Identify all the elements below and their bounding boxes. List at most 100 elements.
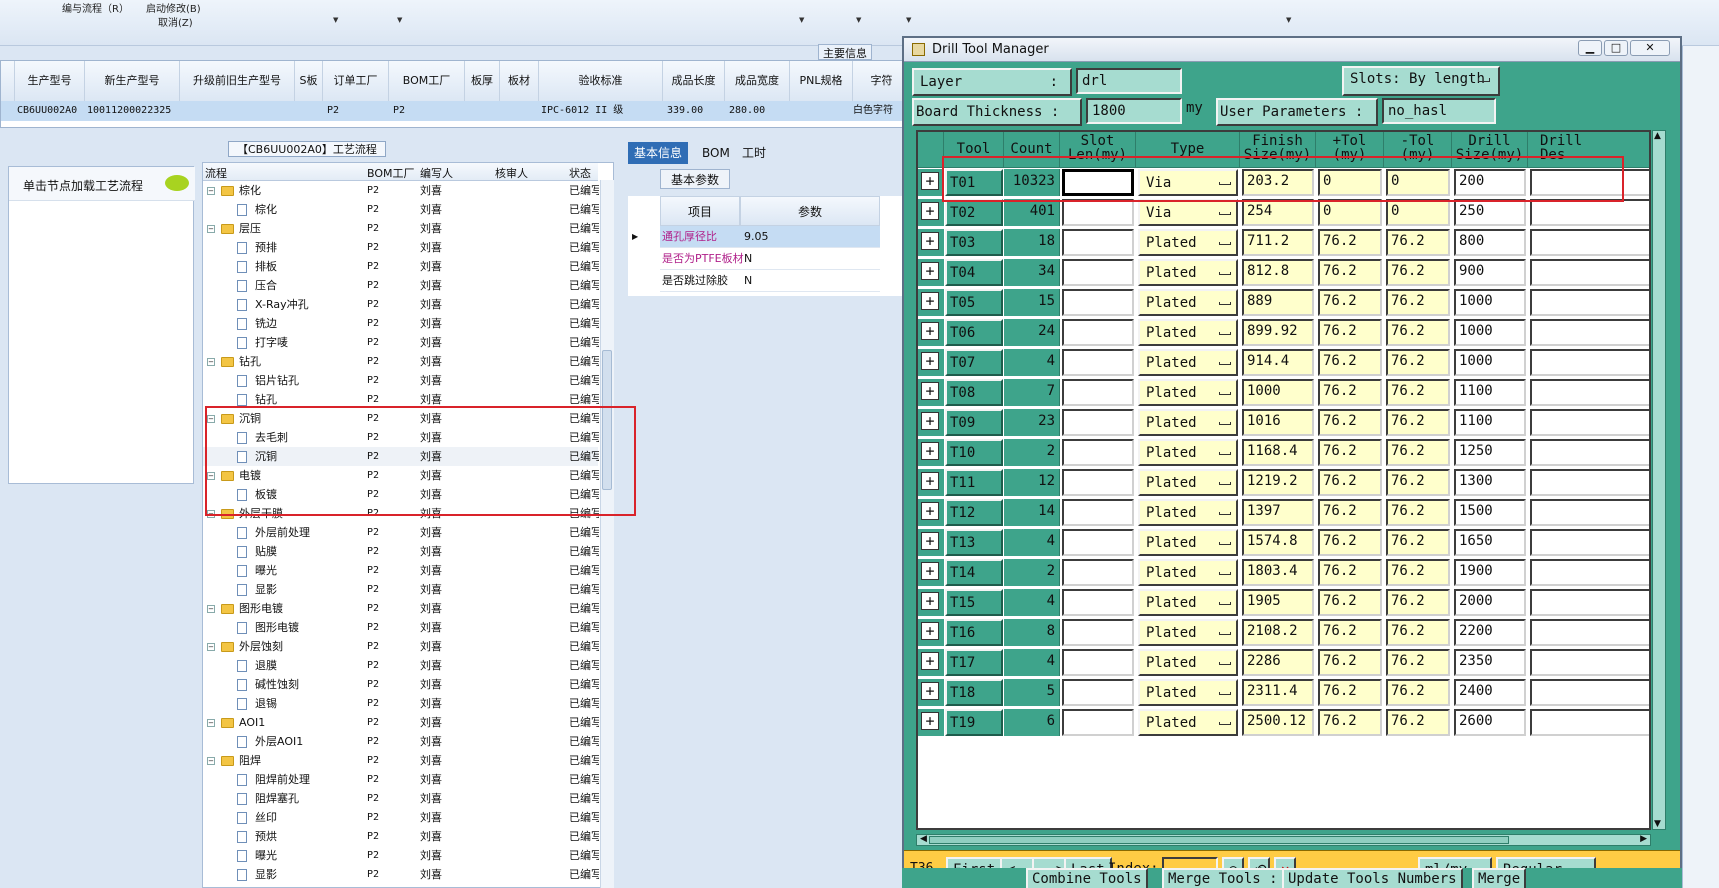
finish-size-input[interactable]: 1574.8 <box>1242 529 1314 556</box>
slot-len-input[interactable] <box>1062 259 1134 286</box>
drill-size-input[interactable]: 2000 <box>1454 589 1526 616</box>
tree-header-writer[interactable]: 编写人 <box>420 165 453 181</box>
finish-size-input[interactable]: 1168.4 <box>1242 439 1314 466</box>
drill-size-input[interactable]: 1650 <box>1454 529 1526 556</box>
tool-cell[interactable]: T16 <box>945 619 1003 646</box>
drill-size-input[interactable]: 1500 <box>1454 499 1526 526</box>
add-row-button[interactable]: + <box>918 649 944 676</box>
slot-len-input[interactable] <box>1062 409 1134 436</box>
type-dropdown[interactable]: Plated <box>1138 289 1238 316</box>
type-dropdown[interactable]: Plated <box>1138 619 1238 646</box>
drill-des-input[interactable] <box>1530 229 1649 256</box>
grid-header[interactable]: 板厚 <box>465 61 500 101</box>
finish-size-input[interactable]: 711.2 <box>1242 229 1314 256</box>
grid-cell[interactable]: P2 <box>393 101 463 121</box>
tree-row[interactable]: 碱性蚀刻 P2 刘喜 已编写 <box>203 675 599 694</box>
minus-tol-input[interactable]: 76.2 <box>1386 649 1450 676</box>
add-row-button[interactable]: + <box>918 469 944 496</box>
grid-header[interactable]: PNL规格 <box>790 61 853 101</box>
close-icon[interactable]: ✕ <box>1630 40 1670 56</box>
grid-cell[interactable]: 280.00 <box>729 101 789 121</box>
table-row[interactable]: 是否为PTFE板材 N <box>660 248 880 270</box>
grid-header[interactable]: 订单工厂 <box>323 61 389 101</box>
finish-size-input[interactable]: 812.8 <box>1242 259 1314 286</box>
tree-header-bom[interactable]: BOM工厂 <box>367 165 415 181</box>
tree-row[interactable]: 图形电镀 P2 刘喜 已编写 <box>203 618 599 637</box>
scroll-right-icon[interactable]: ▶ <box>1640 834 1647 844</box>
tab-bom[interactable]: BOM <box>696 142 736 164</box>
tool-cell[interactable]: T17 <box>945 649 1003 676</box>
drill-des-input[interactable] <box>1530 619 1649 646</box>
col-header-drill-size[interactable]: Drill Size(my) <box>1452 132 1528 168</box>
tree-row[interactable]: 阻焊前处理 P2 刘喜 已编写 <box>203 770 599 789</box>
col-item-header[interactable]: 项目 <box>660 196 740 226</box>
drill-size-input[interactable]: 800 <box>1454 229 1526 256</box>
col-param-header[interactable]: 参数 <box>740 196 880 226</box>
tool-cell[interactable]: T02 <box>945 199 1003 226</box>
minus-tol-input[interactable]: 76.2 <box>1386 379 1450 406</box>
tree-row[interactable]: 丝印 P2 刘喜 已编写 <box>203 808 599 827</box>
drill-size-input[interactable]: 1900 <box>1454 559 1526 586</box>
slot-len-input[interactable] <box>1062 229 1134 256</box>
drill-size-input[interactable]: 250 <box>1454 199 1526 226</box>
add-row-button[interactable]: + <box>918 379 944 406</box>
menu-start-modify[interactable]: 启动修改(B) <box>146 0 201 15</box>
finish-size-input[interactable]: 889 <box>1242 289 1314 316</box>
finish-size-input[interactable]: 2286 <box>1242 649 1314 676</box>
minus-tol-input[interactable]: 76.2 <box>1386 679 1450 706</box>
drill-des-input[interactable] <box>1530 319 1649 346</box>
window-titlebar[interactable]: Drill Tool Manager ▁ □ ✕ <box>904 38 1680 62</box>
finish-size-input[interactable]: 1397 <box>1242 499 1314 526</box>
plus-tol-input[interactable]: 76.2 <box>1318 499 1382 526</box>
grid-header[interactable]: BOM工厂 <box>389 61 465 101</box>
tool-cell[interactable]: T13 <box>945 529 1003 556</box>
plus-tol-input[interactable]: 76.2 <box>1318 469 1382 496</box>
grid-header[interactable]: 成品宽度 <box>725 61 790 101</box>
finish-size-input[interactable]: 2108.2 <box>1242 619 1314 646</box>
drill-des-input[interactable] <box>1530 649 1649 676</box>
plus-tol-input[interactable]: 76.2 <box>1318 319 1382 346</box>
plus-tol-input[interactable]: 0 <box>1318 169 1382 196</box>
slot-len-input[interactable] <box>1062 349 1134 376</box>
slot-len-input[interactable] <box>1062 679 1134 706</box>
tree-row[interactable]: − 外层干膜 P2 刘喜 已编写 <box>203 504 599 523</box>
combine-tools-button[interactable]: Combine Tools <box>1026 868 1148 888</box>
finish-size-input[interactable]: 1000 <box>1242 379 1314 406</box>
drill-size-input[interactable]: 1000 <box>1454 319 1526 346</box>
slot-len-input[interactable] <box>1062 379 1134 406</box>
tree-scroll-thumb[interactable] <box>602 350 612 490</box>
tree-row[interactable]: 显影 P2 刘喜 已编写 <box>203 580 599 599</box>
plus-tol-input[interactable]: 76.2 <box>1318 679 1382 706</box>
add-row-button[interactable]: + <box>918 289 944 316</box>
plus-tol-input[interactable]: 0 <box>1318 199 1382 226</box>
minus-tol-input[interactable]: 76.2 <box>1386 289 1450 316</box>
drill-size-input[interactable]: 1300 <box>1454 469 1526 496</box>
type-dropdown[interactable]: Plated <box>1138 499 1238 526</box>
drill-size-input[interactable]: 2200 <box>1454 619 1526 646</box>
load-flow-prompt[interactable]: 单击节点加载工艺流程 <box>9 167 195 201</box>
minus-tol-input[interactable]: 76.2 <box>1386 319 1450 346</box>
layer-field[interactable]: drl <box>1076 68 1182 94</box>
col-header-count[interactable]: Count <box>1004 132 1060 168</box>
grid-cell[interactable]: 白色字符 <box>853 101 909 121</box>
collapse-icon[interactable]: − <box>207 472 215 480</box>
add-row-button[interactable]: + <box>918 439 944 466</box>
slot-len-input[interactable] <box>1062 469 1134 496</box>
type-dropdown[interactable]: Plated <box>1138 379 1238 406</box>
subtab-basic-params[interactable]: 基本参数 <box>660 169 730 189</box>
type-dropdown[interactable]: Plated <box>1138 319 1238 346</box>
tree-row[interactable]: 外层AOI1 P2 刘喜 已编写 <box>203 732 599 751</box>
type-dropdown[interactable]: Via <box>1138 169 1238 196</box>
tree-row[interactable]: 打字唛 P2 刘喜 已编写 <box>203 333 599 352</box>
finish-size-input[interactable]: 254 <box>1242 199 1314 226</box>
tree-row[interactable]: 外层前处理 P2 刘喜 已编写 <box>203 523 599 542</box>
drill-des-input[interactable] <box>1530 439 1649 466</box>
drill-des-input[interactable] <box>1530 379 1649 406</box>
tree-row[interactable]: X-Ray冲孔 P2 刘喜 已编写 <box>203 295 599 314</box>
tree-row[interactable]: 压合 P2 刘喜 已编写 <box>203 276 599 295</box>
slot-len-input[interactable] <box>1062 199 1134 226</box>
drill-des-input[interactable] <box>1530 349 1649 376</box>
minus-tol-input[interactable]: 76.2 <box>1386 439 1450 466</box>
tree-row[interactable]: − 钻孔 P2 刘喜 已编写 <box>203 352 599 371</box>
drill-des-input[interactable] <box>1530 529 1649 556</box>
